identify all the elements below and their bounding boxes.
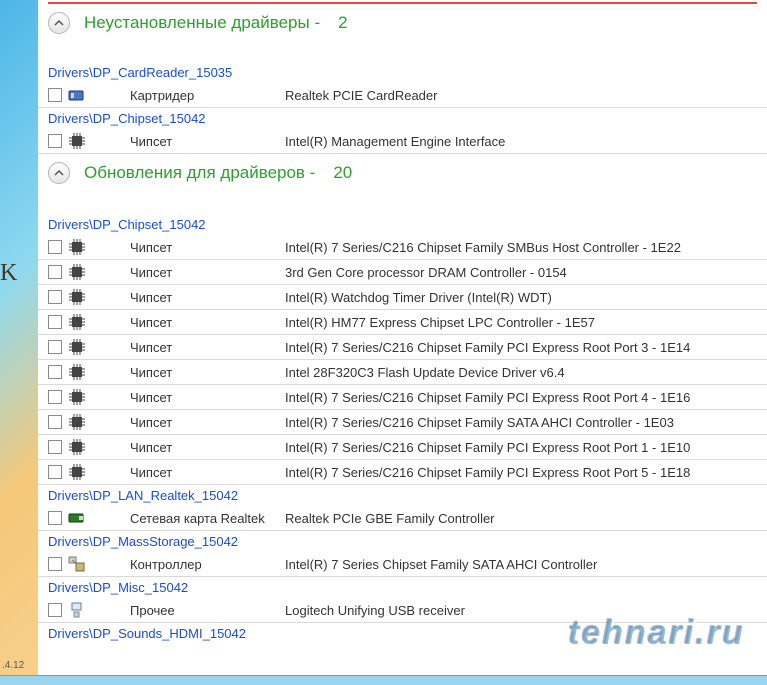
group-link-misc[interactable]: Drivers\DP_Misc_15042 xyxy=(38,577,767,598)
driver-desc: Logitech Unifying USB receiver xyxy=(285,603,465,618)
checkbox[interactable] xyxy=(48,88,62,102)
driver-row: Картридер Realtek PCIE CardReader xyxy=(38,83,767,108)
driver-category: Чипсет xyxy=(130,340,285,355)
checkbox[interactable] xyxy=(48,415,62,429)
driver-category: Чипсет xyxy=(130,240,285,255)
version-text: .4.12 xyxy=(2,660,24,671)
driver-category: Чипсет xyxy=(130,265,285,280)
main-panel: Неустановленные драйверы - 2 Drivers\DP_… xyxy=(38,0,767,685)
group-link-mass[interactable]: Drivers\DP_MassStorage_15042 xyxy=(38,531,767,552)
driver-category: Чипсет xyxy=(130,440,285,455)
chip-icon xyxy=(68,389,86,405)
cardreader-icon xyxy=(68,87,86,103)
driver-category: Чипсет xyxy=(130,465,285,480)
driver-category: Чипсет xyxy=(130,390,285,405)
driver-desc: Intel(R) 7 Series/C216 Chipset Family PC… xyxy=(285,465,690,480)
group-link-chipset[interactable]: Drivers\DP_Chipset_15042 xyxy=(38,214,767,235)
driver-desc: Realtek PCIe GBE Family Controller xyxy=(285,511,495,526)
chip-icon xyxy=(68,289,86,305)
driver-row: Чипсет Intel(R) 7 Series/C216 Chipset Fa… xyxy=(38,410,767,435)
group-link-lan[interactable]: Drivers\DP_LAN_Realtek_15042 xyxy=(38,485,767,506)
driver-row: Сетевая карта Realtek Realtek PCIe GBE F… xyxy=(38,506,767,531)
group-link-sounds[interactable]: Drivers\DP_Sounds_HDMI_15042 xyxy=(38,623,767,644)
chip-icon xyxy=(68,464,86,480)
driver-desc: Intel(R) 7 Series/C216 Chipset Family SM… xyxy=(285,240,681,255)
device-icon xyxy=(68,602,86,618)
driver-row: Чипсет Intel(R) Watchdog Timer Driver (I… xyxy=(38,285,767,310)
section-header-uninstalled: Неустановленные драйверы - 2 xyxy=(38,4,767,42)
section-count-uninstalled: 2 xyxy=(338,13,347,33)
driver-row: Чипсет Intel 28F320C3 Flash Update Devic… xyxy=(38,360,767,385)
checkbox[interactable] xyxy=(48,390,62,404)
driver-category: Сетевая карта Realtek xyxy=(130,511,285,526)
network-card-icon xyxy=(68,510,86,526)
section-count-updates: 20 xyxy=(333,163,352,183)
driver-desc: Intel(R) Watchdog Timer Driver (Intel(R)… xyxy=(285,290,552,305)
checkbox[interactable] xyxy=(48,511,62,525)
driver-row: Чипсет Intel(R) 7 Series/C216 Chipset Fa… xyxy=(38,460,767,485)
driver-category: Чипсет xyxy=(130,415,285,430)
chip-icon xyxy=(68,264,86,280)
checkbox[interactable] xyxy=(48,603,62,617)
chevron-up-icon xyxy=(54,168,64,178)
driver-desc: Intel(R) 7 Series/C216 Chipset Family SA… xyxy=(285,415,674,430)
chip-icon xyxy=(68,133,86,149)
checkbox[interactable] xyxy=(48,465,62,479)
driver-category: Чипсет xyxy=(130,290,285,305)
chevron-up-icon xyxy=(54,18,64,28)
driver-desc: Intel(R) 7 Series/C216 Chipset Family PC… xyxy=(285,340,690,355)
collapse-button-uninstalled[interactable] xyxy=(48,12,70,34)
checkbox[interactable] xyxy=(48,340,62,354)
section-title-updates: Обновления для драйверов - xyxy=(84,163,315,183)
checkbox[interactable] xyxy=(48,134,62,148)
bottom-bar xyxy=(0,675,767,685)
checkbox[interactable] xyxy=(48,315,62,329)
driver-desc: Intel(R) Management Engine Interface xyxy=(285,134,505,149)
checkbox[interactable] xyxy=(48,265,62,279)
chip-icon xyxy=(68,239,86,255)
driver-category: Прочее xyxy=(130,603,285,618)
checkbox[interactable] xyxy=(48,440,62,454)
driver-desc: Intel(R) 7 Series Chipset Family SATA AH… xyxy=(285,557,597,572)
section-header-updates: Обновления для драйверов - 20 xyxy=(38,154,767,192)
side-char: K xyxy=(0,260,17,287)
driver-row: Чипсет Intel(R) 7 Series/C216 Chipset Fa… xyxy=(38,235,767,260)
driver-row: Чипсет Intel(R) 7 Series/C216 Chipset Fa… xyxy=(38,385,767,410)
group-link-chipset-u[interactable]: Drivers\DP_Chipset_15042 xyxy=(38,108,767,129)
driver-desc: Intel(R) 7 Series/C216 Chipset Family PC… xyxy=(285,390,690,405)
driver-row: Контроллер Intel(R) 7 Series Chipset Fam… xyxy=(38,552,767,577)
checkbox[interactable] xyxy=(48,365,62,379)
driver-category: Чипсет xyxy=(130,315,285,330)
chip-icon xyxy=(68,364,86,380)
driver-row: Чипсет Intel(R) HM77 Express Chipset LPC… xyxy=(38,310,767,335)
driver-desc: Intel 28F320C3 Flash Update Device Drive… xyxy=(285,365,565,380)
driver-desc: Intel(R) 7 Series/C216 Chipset Family PC… xyxy=(285,440,690,455)
section-title-uninstalled: Неустановленные драйверы - xyxy=(84,13,320,33)
driver-category: Чипсет xyxy=(130,365,285,380)
driver-row: Чипсет Intel(R) Management Engine Interf… xyxy=(38,129,767,154)
driver-row: Чипсет 3rd Gen Core processor DRAM Contr… xyxy=(38,260,767,285)
driver-desc: Intel(R) HM77 Express Chipset LPC Contro… xyxy=(285,315,595,330)
driver-category: Чипсет xyxy=(130,134,285,149)
desktop-sidebar xyxy=(0,0,38,685)
driver-category: Картридер xyxy=(130,88,285,103)
chip-icon xyxy=(68,414,86,430)
storage-icon xyxy=(68,556,86,572)
chip-icon xyxy=(68,339,86,355)
driver-row: Прочее Logitech Unifying USB receiver xyxy=(38,598,767,623)
driver-desc: 3rd Gen Core processor DRAM Controller -… xyxy=(285,265,567,280)
driver-desc: Realtek PCIE CardReader xyxy=(285,88,437,103)
checkbox[interactable] xyxy=(48,290,62,304)
checkbox[interactable] xyxy=(48,240,62,254)
collapse-button-updates[interactable] xyxy=(48,162,70,184)
driver-category: Контроллер xyxy=(130,557,285,572)
group-link-cardreader[interactable]: Drivers\DP_CardReader_15035 xyxy=(38,62,767,83)
driver-row: Чипсет Intel(R) 7 Series/C216 Chipset Fa… xyxy=(38,335,767,360)
chip-icon xyxy=(68,439,86,455)
checkbox[interactable] xyxy=(48,557,62,571)
chip-icon xyxy=(68,314,86,330)
driver-row: Чипсет Intel(R) 7 Series/C216 Chipset Fa… xyxy=(38,435,767,460)
